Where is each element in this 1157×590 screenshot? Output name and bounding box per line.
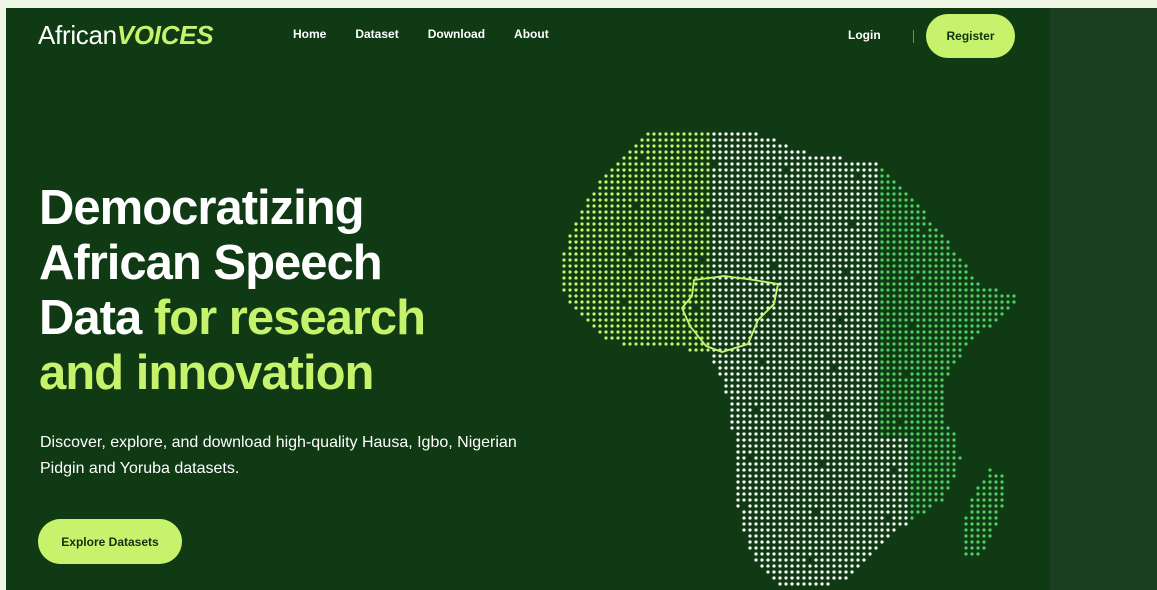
hero-subtitle: Discover, explore, and download high-qua… xyxy=(40,434,517,477)
hero-title-highlight-1: for research xyxy=(153,291,426,345)
explore-datasets-button[interactable]: Explore Datasets xyxy=(38,519,182,564)
hero-title-line-1: Democratizing xyxy=(39,181,365,235)
page-frame: AfricanVOICES Home Dataset Download Abou… xyxy=(6,8,1157,590)
hero-title-line-2: African Speech xyxy=(39,236,383,290)
hero-title: Democratizing African Speech Data for re… xyxy=(39,181,559,401)
map-dots xyxy=(562,132,1016,586)
hero-section: AfricanVOICES Home Dataset Download Abou… xyxy=(6,8,1050,590)
hero-title-line-3: Data xyxy=(39,291,154,345)
hero-title-highlight-2: and innovation xyxy=(39,346,374,400)
